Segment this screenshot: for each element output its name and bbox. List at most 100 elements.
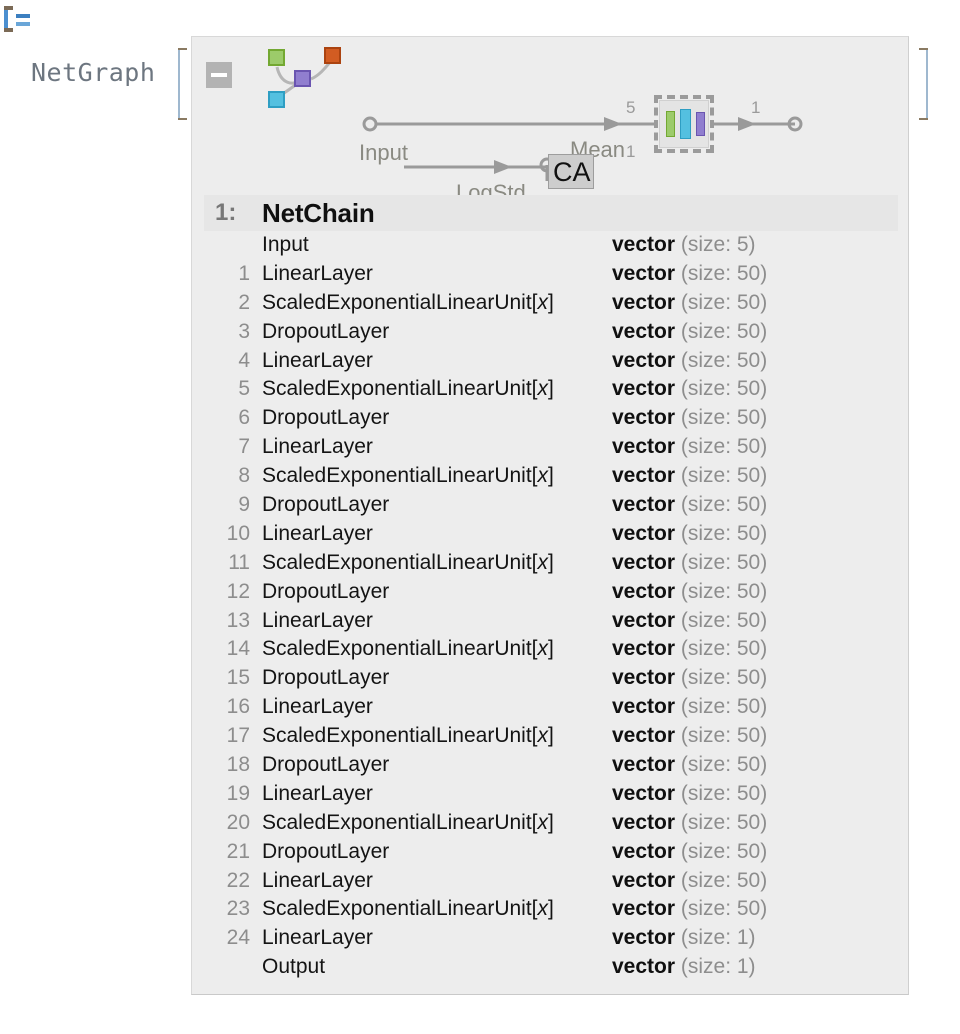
layer-output-cell: vector (size: 50) xyxy=(612,753,767,777)
layer-index: 15 xyxy=(226,666,250,690)
layer-row[interactable]: Input vector (size: 5) xyxy=(192,231,910,260)
layer-output-type: vector xyxy=(612,897,676,921)
layer-index-cell: 22 xyxy=(204,867,250,895)
layer-output-size: (size: 50) xyxy=(675,868,768,892)
collapse-toggle-button[interactable] xyxy=(206,62,232,88)
layer-index: 18 xyxy=(226,753,250,777)
netchain-header-row[interactable]: 1: NetChain xyxy=(204,195,898,231)
layer-index-cell: 21 xyxy=(204,838,250,866)
layer-index-cell: 15 xyxy=(204,664,250,692)
graph-node-blue-icon xyxy=(268,91,285,108)
layer-output-cell: vector (size: 50) xyxy=(612,464,767,488)
layer-name: LinearLayer xyxy=(262,521,373,545)
layer-output-cell: vector (size: 5) xyxy=(612,233,756,257)
layer-name: DropoutLayer xyxy=(262,406,390,430)
layer-row[interactable]: 17 ScaledExponentialLinearUnit[x] vector (… xyxy=(192,722,910,751)
layer-output-type: vector xyxy=(612,464,676,488)
layer-row[interactable]: 5 ScaledExponentialLinearUnit[x] vector (s… xyxy=(192,375,910,404)
layer-row[interactable]: 2 ScaledExponentialLinearUnit[x] vector (s… xyxy=(192,289,910,318)
layer-name-variable: x xyxy=(537,724,549,748)
layer-output-size: (size: 50) xyxy=(675,290,768,314)
layer-index: 7 xyxy=(238,435,250,459)
edge-count-input-to-chain: 5 xyxy=(626,98,636,117)
layer-output-cell: vector (size: 1) xyxy=(612,955,756,979)
layer-row[interactable]: 16 LinearLayer vector (size: 50) xyxy=(192,693,910,722)
layer-output-size: (size: 50) xyxy=(675,839,768,863)
layer-row[interactable]: 18 DropoutLayer vector (size: 50) xyxy=(192,751,910,780)
layer-name-variable: x xyxy=(537,810,549,834)
layer-row[interactable]: 9 DropoutLayer vector (size: 50) xyxy=(192,491,910,520)
layer-index: 2 xyxy=(238,290,250,314)
layer-index-cell: 19 xyxy=(204,780,250,808)
layer-row[interactable]: 6 DropoutLayer vector (size: 50) xyxy=(192,404,910,433)
layer-name-variable: x xyxy=(537,377,549,401)
layer-output-type: vector xyxy=(612,493,676,517)
layer-index: 16 xyxy=(226,695,250,719)
layer-output-cell: vector (size: 50) xyxy=(612,406,767,430)
layer-name: LinearLayer xyxy=(262,348,373,372)
layer-name: LinearLayer xyxy=(262,868,373,892)
layer-index-cell: 1 xyxy=(204,260,250,288)
layer-row[interactable]: 3 DropoutLayer vector (size: 50) xyxy=(192,318,910,347)
output-cell-bracket[interactable] xyxy=(2,6,42,34)
layer-index-cell: 13 xyxy=(204,607,250,635)
graph-node-purple-icon xyxy=(294,70,311,87)
layer-row[interactable]: 21 DropoutLayer vector (size: 50) xyxy=(192,838,910,867)
layer-output-type: vector xyxy=(612,753,676,777)
cell-bracket-bottom-tick xyxy=(4,28,13,32)
layer-name: ScaledExponentialLinearUnit[x] xyxy=(262,724,554,748)
layer-output-size: (size: 50) xyxy=(675,810,768,834)
layer-name: LinearLayer xyxy=(262,781,373,805)
layer-name-variable: x xyxy=(537,290,549,314)
layer-name: Output xyxy=(262,955,326,979)
layer-index: 22 xyxy=(226,868,250,892)
layer-output-cell: vector (size: 50) xyxy=(612,377,767,401)
layer-output-size: (size: 50) xyxy=(675,724,768,748)
layer-row[interactable]: 19 LinearLayer vector (size: 50) xyxy=(192,780,910,809)
layer-row[interactable]: 23 ScaledExponentialLinearUnit[x] vector (… xyxy=(192,895,910,924)
close-bracket-bar xyxy=(926,48,928,120)
layer-row[interactable]: 11 ScaledExponentialLinearUnit[x] vector (… xyxy=(192,549,910,578)
network-graph-icon[interactable] xyxy=(236,41,341,111)
layer-output-cell: vector (size: 50) xyxy=(612,811,767,835)
layer-index: 13 xyxy=(226,608,250,632)
layer-row[interactable]: 24 LinearLayer vector (size: 1) xyxy=(192,924,910,953)
layer-output-type: vector xyxy=(612,695,676,719)
layer-row[interactable]: 4 LinearLayer vector (size: 50) xyxy=(192,347,910,376)
page-title: NetGraph xyxy=(31,58,156,87)
layer-output-size: (size: 50) xyxy=(675,550,768,574)
layer-output-size: (size: 50) xyxy=(675,319,768,343)
layer-row[interactable]: 1 LinearLayer vector (size: 50) xyxy=(192,260,910,289)
layer-row[interactable]: 8 ScaledExponentialLinearUnit[x] vector (s… xyxy=(192,462,910,491)
layer-index: 11 xyxy=(228,550,250,574)
layer-index: 17 xyxy=(226,724,250,748)
layer-output-cell: vector (size: 50) xyxy=(612,493,767,517)
layer-output-cell: vector (size: 50) xyxy=(612,724,767,748)
layer-row[interactable]: Output vector (size: 1) xyxy=(192,953,910,982)
subnet-bar-purple-icon xyxy=(696,112,705,136)
layer-row[interactable]: 20 ScaledExponentialLinearUnit[x] vector (… xyxy=(192,809,910,838)
layer-output-type: vector xyxy=(612,290,676,314)
layer-name: ScaledExponentialLinearUnit[x] xyxy=(262,464,554,488)
layer-row[interactable]: 22 LinearLayer vector (size: 50) xyxy=(192,867,910,896)
layer-row[interactable]: 13 LinearLayer vector (size: 50) xyxy=(192,607,910,636)
layer-row[interactable]: 10 LinearLayer vector (size: 50) xyxy=(192,520,910,549)
open-bracket-bottom xyxy=(178,118,187,120)
layer-output-size: (size: 50) xyxy=(675,666,768,690)
layer-row[interactable]: 12 DropoutLayer vector (size: 50) xyxy=(192,578,910,607)
layer-index-cell: 17 xyxy=(204,722,250,750)
layer-output-size: (size: 50) xyxy=(675,377,768,401)
layer-output-type: vector xyxy=(612,319,676,343)
layer-index-cell: 10 xyxy=(204,520,250,548)
equals-sign-upper-bar xyxy=(16,14,30,18)
layer-index-cell: 18 xyxy=(204,751,250,779)
layer-output-size: (size: 50) xyxy=(675,579,768,603)
layer-output-cell: vector (size: 50) xyxy=(612,320,767,344)
layer-row[interactable]: 7 LinearLayer vector (size: 50) xyxy=(192,433,910,462)
layer-output-cell: vector (size: 50) xyxy=(612,869,767,893)
layer-output-size: (size: 50) xyxy=(675,637,768,661)
layer-output-type: vector xyxy=(612,233,676,256)
layer-row[interactable]: 14 ScaledExponentialLinearUnit[x] vector (… xyxy=(192,635,910,664)
layer-row[interactable]: 15 DropoutLayer vector (size: 50) xyxy=(192,664,910,693)
open-bracket-bar xyxy=(178,48,180,120)
